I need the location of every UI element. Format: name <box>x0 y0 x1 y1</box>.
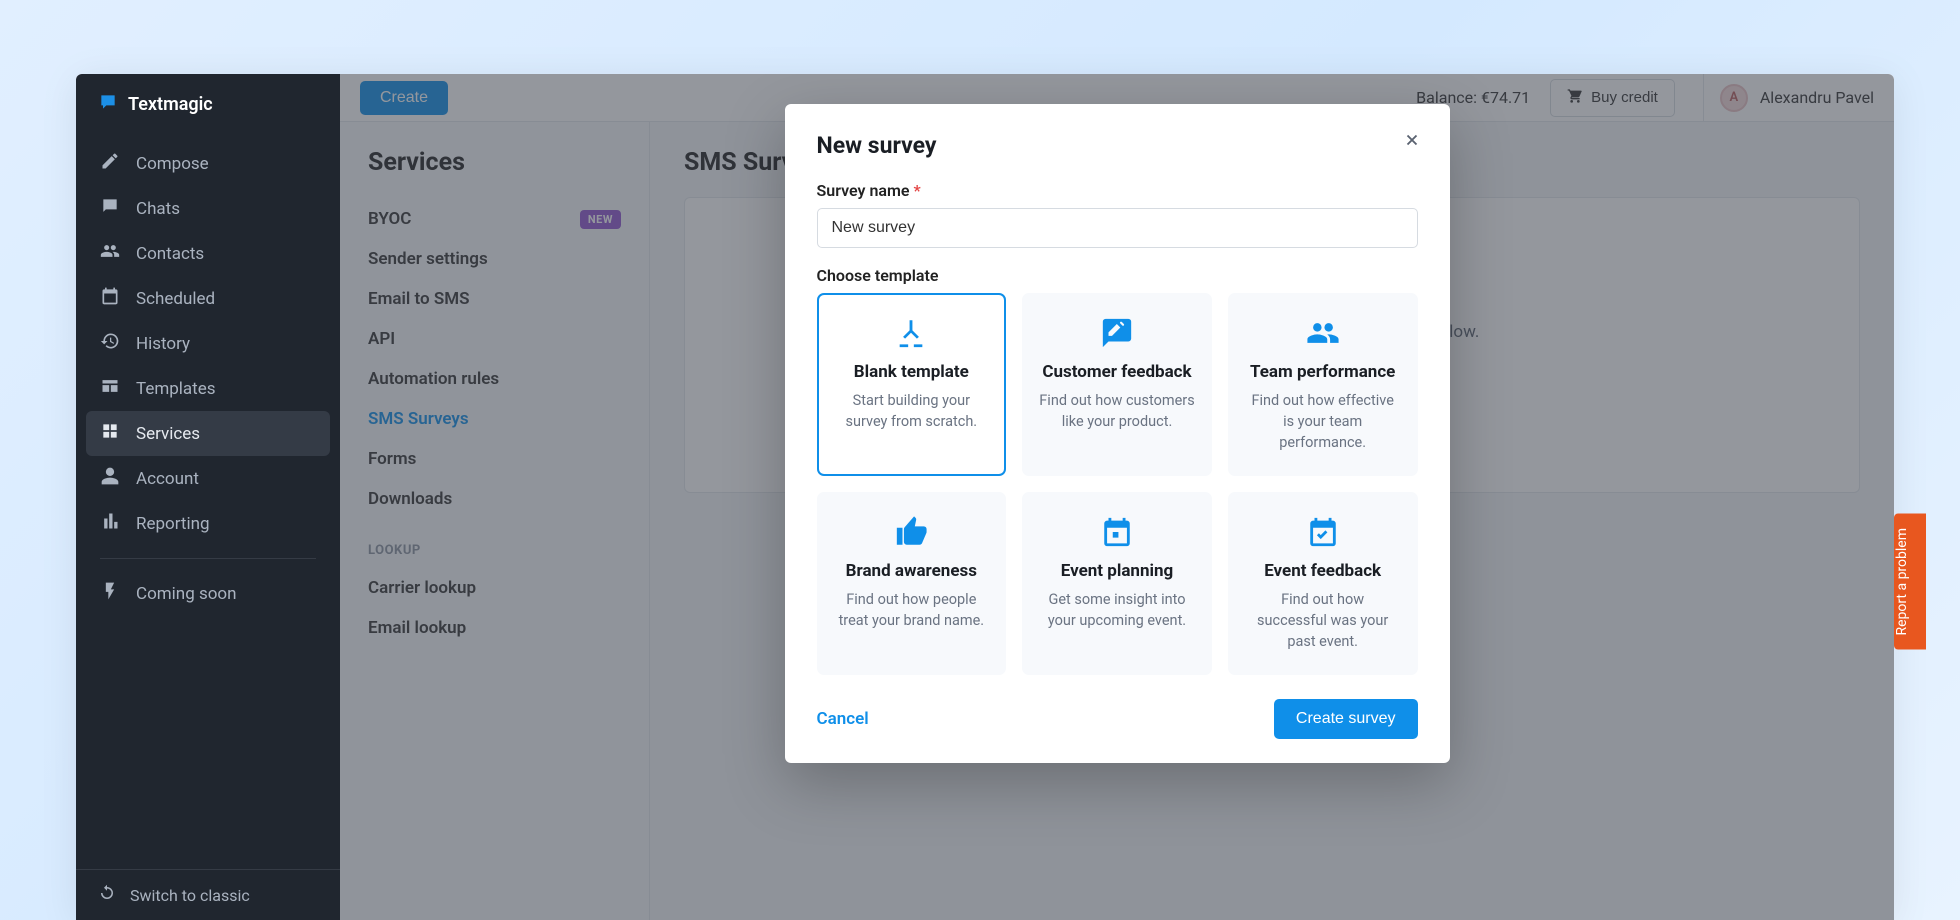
templates-icon <box>100 376 120 401</box>
calendar-dot-icon <box>1100 515 1134 549</box>
nav-item-account[interactable]: Account <box>86 456 330 501</box>
nav-list: Compose Chats Contacts Scheduled History… <box>76 135 340 869</box>
template-customer-feedback[interactable]: Customer feedback Find out how customers… <box>1022 293 1212 476</box>
template-title: Brand awareness <box>846 561 977 581</box>
create-survey-button[interactable]: Create survey <box>1274 699 1418 739</box>
template-title: Team performance <box>1250 362 1395 382</box>
team-icon <box>1306 316 1340 350</box>
nav-divider <box>100 558 316 559</box>
nav-label: Reporting <box>136 514 210 534</box>
report-problem-tab[interactable]: Report a problem <box>1894 514 1926 650</box>
new-survey-modal: New survey Survey name * Choose template… <box>785 104 1450 763</box>
switch-label: Switch to classic <box>130 886 250 905</box>
template-desc: Get some insight into your upcoming even… <box>1039 589 1195 631</box>
close-icon[interactable] <box>1398 126 1426 154</box>
template-team-performance[interactable]: Team performance Find out how effective … <box>1228 293 1418 476</box>
calendar-icon <box>100 286 120 311</box>
template-event-planning[interactable]: Event planning Get some insight into you… <box>1022 492 1212 675</box>
bolt-icon <box>100 581 120 606</box>
calendar-check-icon <box>1306 515 1340 549</box>
nav-item-contacts[interactable]: Contacts <box>86 231 330 276</box>
nav-label: History <box>136 334 190 354</box>
survey-name-input[interactable] <box>817 208 1418 248</box>
nav-item-coming-soon[interactable]: Coming soon <box>86 571 330 616</box>
account-icon <box>100 466 120 491</box>
template-title: Customer feedback <box>1042 362 1191 382</box>
survey-name-label: Survey name * <box>817 181 1418 200</box>
services-icon <box>100 421 120 446</box>
modal-overlay: New survey Survey name * Choose template… <box>340 74 1894 920</box>
nav-label: Scheduled <box>136 289 215 309</box>
nav-item-scheduled[interactable]: Scheduled <box>86 276 330 321</box>
chat-icon <box>100 196 120 221</box>
feedback-icon <box>1100 316 1134 350</box>
nav-item-history[interactable]: History <box>86 321 330 366</box>
nav-label: Chats <box>136 199 180 219</box>
nav-item-chats[interactable]: Chats <box>86 186 330 231</box>
sidebar-footer[interactable]: Switch to classic <box>76 869 340 920</box>
brand: Textmagic <box>76 74 340 135</box>
main-area: Create Balance: €74.71 Buy credit A Alex… <box>340 74 1894 920</box>
nav-label: Compose <box>136 154 209 174</box>
template-title: Blank template <box>854 362 969 382</box>
choose-template-label: Choose template <box>817 266 1418 285</box>
nav-item-reporting[interactable]: Reporting <box>86 501 330 546</box>
template-brand-awareness[interactable]: Brand awareness Find out how people trea… <box>817 492 1007 675</box>
nav-label: Contacts <box>136 244 204 264</box>
nav-item-services[interactable]: Services <box>86 411 330 456</box>
required-asterisk: * <box>909 181 920 200</box>
history-icon <box>100 331 120 356</box>
template-event-feedback[interactable]: Event feedback Find out how successful w… <box>1228 492 1418 675</box>
nav-item-templates[interactable]: Templates <box>86 366 330 411</box>
reporting-icon <box>100 511 120 536</box>
template-title: Event feedback <box>1264 561 1381 581</box>
cancel-button[interactable]: Cancel <box>817 709 869 729</box>
template-desc: Start building your survey from scratch. <box>834 390 990 432</box>
compose-icon <box>100 151 120 176</box>
nav-label: Coming soon <box>136 584 237 604</box>
modal-footer: Cancel Create survey <box>817 699 1418 739</box>
template-desc: Find out how customers like your product… <box>1039 390 1195 432</box>
nav-item-compose[interactable]: Compose <box>86 141 330 186</box>
template-desc: Find out how successful was your past ev… <box>1245 589 1401 652</box>
sidebar: Textmagic Compose Chats Contacts Schedul… <box>76 74 340 920</box>
app-window: Textmagic Compose Chats Contacts Schedul… <box>76 74 1894 920</box>
template-desc: Find out how people treat your brand nam… <box>834 589 990 631</box>
template-desc: Find out how effective is your team perf… <box>1245 390 1401 453</box>
nav-label: Templates <box>136 379 216 399</box>
brand-text: Textmagic <box>128 94 213 115</box>
nav-label: Services <box>136 424 200 444</box>
switch-icon <box>98 884 116 906</box>
nav-label: Account <box>136 469 199 489</box>
thumb-up-icon <box>894 515 928 549</box>
template-title: Event planning <box>1061 561 1174 581</box>
split-icon <box>894 316 928 350</box>
brand-icon <box>98 92 118 117</box>
template-grid: Blank template Start building your surve… <box>817 293 1418 675</box>
contacts-icon <box>100 241 120 266</box>
template-blank[interactable]: Blank template Start building your surve… <box>817 293 1007 476</box>
modal-title: New survey <box>817 132 1418 159</box>
